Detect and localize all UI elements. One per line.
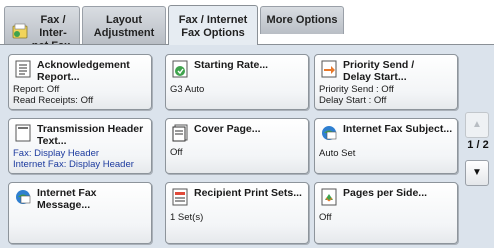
transmission-header-text-button[interactable]: Transmission Header Text... Fax: Display… [8, 118, 152, 174]
card-title-line1: Acknowledgement [37, 59, 130, 71]
card-title: Starting Rate... [194, 59, 304, 71]
card-value-line1: 1 Set(s) [170, 212, 204, 223]
scroll-down-button[interactable]: ▼ [465, 160, 489, 186]
card-title: Priority Send / Delay Start... [343, 59, 453, 83]
card-value-line1: Auto Set [319, 148, 356, 159]
card-value-line2: Read Receipts: Off [13, 95, 94, 106]
internet-fax-message-button[interactable]: Internet Fax Message... [8, 182, 152, 244]
card-title: Internet Fax Subject... [343, 123, 453, 135]
acknowledgement-report-button[interactable]: Acknowledgement Report... Report: Off Re… [8, 54, 152, 110]
card-value-line1: Fax: Display Header [13, 148, 100, 159]
internet-fax-subject-icon [322, 126, 337, 140]
starting-rate-icon [172, 60, 188, 78]
card-title-line1: Transmission Header [37, 123, 144, 135]
card-title: Internet Fax Message... [37, 187, 147, 211]
recipient-print-sets-icon [172, 188, 188, 206]
card-title: Transmission Header Text... [37, 123, 147, 147]
card-title: Pages per Side... [343, 187, 453, 199]
card-title-line1: Internet Fax Subject... [343, 123, 453, 135]
tab-more-options[interactable]: More Options [260, 6, 344, 34]
page-indicator: 1 / 2 [467, 139, 489, 151]
cover-page-icon [172, 124, 188, 142]
priority-send-delay-start-button[interactable]: Priority Send / Delay Start... Priority … [314, 54, 458, 110]
card-title-line1: Recipient Print Sets... [194, 187, 302, 199]
pages-per-side-button[interactable]: Pages per Side... Off [314, 182, 458, 244]
card-value-line1: Off [170, 147, 183, 158]
report-icon [15, 60, 31, 78]
cover-page-button[interactable]: Cover Page... Off [165, 118, 309, 174]
tab-label-line1: More Options [266, 14, 338, 26]
card-title-line1: Starting Rate... [194, 59, 269, 71]
tab-fax-internet-fax[interactable]: Fax / Inter- net Fax [4, 6, 80, 52]
card-title: Recipient Print Sets... [194, 187, 304, 199]
tab-label-line1: Fax / Internet [178, 14, 248, 26]
card-value-line2: Delay Start : Off [319, 95, 387, 106]
card-value-line2: Internet Fax: Display Header [13, 159, 134, 170]
card-title: Acknowledgement Report... [37, 59, 147, 83]
tab-layout-adjustment[interactable]: Layout Adjustment [82, 6, 166, 44]
card-value-line1: Off [319, 212, 332, 223]
tab-label-line2: Fax Options [181, 27, 245, 39]
scroll-up-button[interactable]: ▲ [465, 112, 489, 138]
card-value-line1: G3 Auto [170, 84, 205, 95]
internet-fax-subject-button[interactable]: Internet Fax Subject... Auto Set [314, 118, 458, 174]
starting-rate-button[interactable]: Starting Rate... G3 Auto [165, 54, 309, 110]
fax-icon [12, 23, 28, 39]
card-title-line1: Priority Send / [343, 59, 415, 71]
tab-label-line1: Layout [105, 14, 143, 26]
card-title-line2: Message... [37, 199, 91, 211]
card-title-line2: Report... [37, 71, 80, 83]
recipient-print-sets-button[interactable]: Recipient Print Sets... 1 Set(s) [165, 182, 309, 244]
card-value-line1: Priority Send : Off [319, 84, 394, 95]
card-title-line2: Text... [37, 135, 67, 147]
card-value-line1: Report: Off [13, 84, 60, 95]
card-title-line1: Cover Page... [194, 123, 261, 135]
priority-send-icon [321, 60, 337, 78]
transmission-header-icon [15, 124, 31, 142]
tab-label-line2: Adjustment [93, 27, 155, 39]
card-title-line1: Internet Fax [37, 187, 97, 199]
card-title-line2: Delay Start... [343, 71, 407, 83]
card-title-line1: Pages per Side... [343, 187, 428, 199]
internet-fax-message-icon [16, 190, 31, 204]
card-title: Cover Page... [194, 123, 304, 135]
pages-per-side-icon [321, 188, 337, 206]
tab-fax-internet-fax-options[interactable]: Fax / Internet Fax Options [168, 5, 258, 45]
